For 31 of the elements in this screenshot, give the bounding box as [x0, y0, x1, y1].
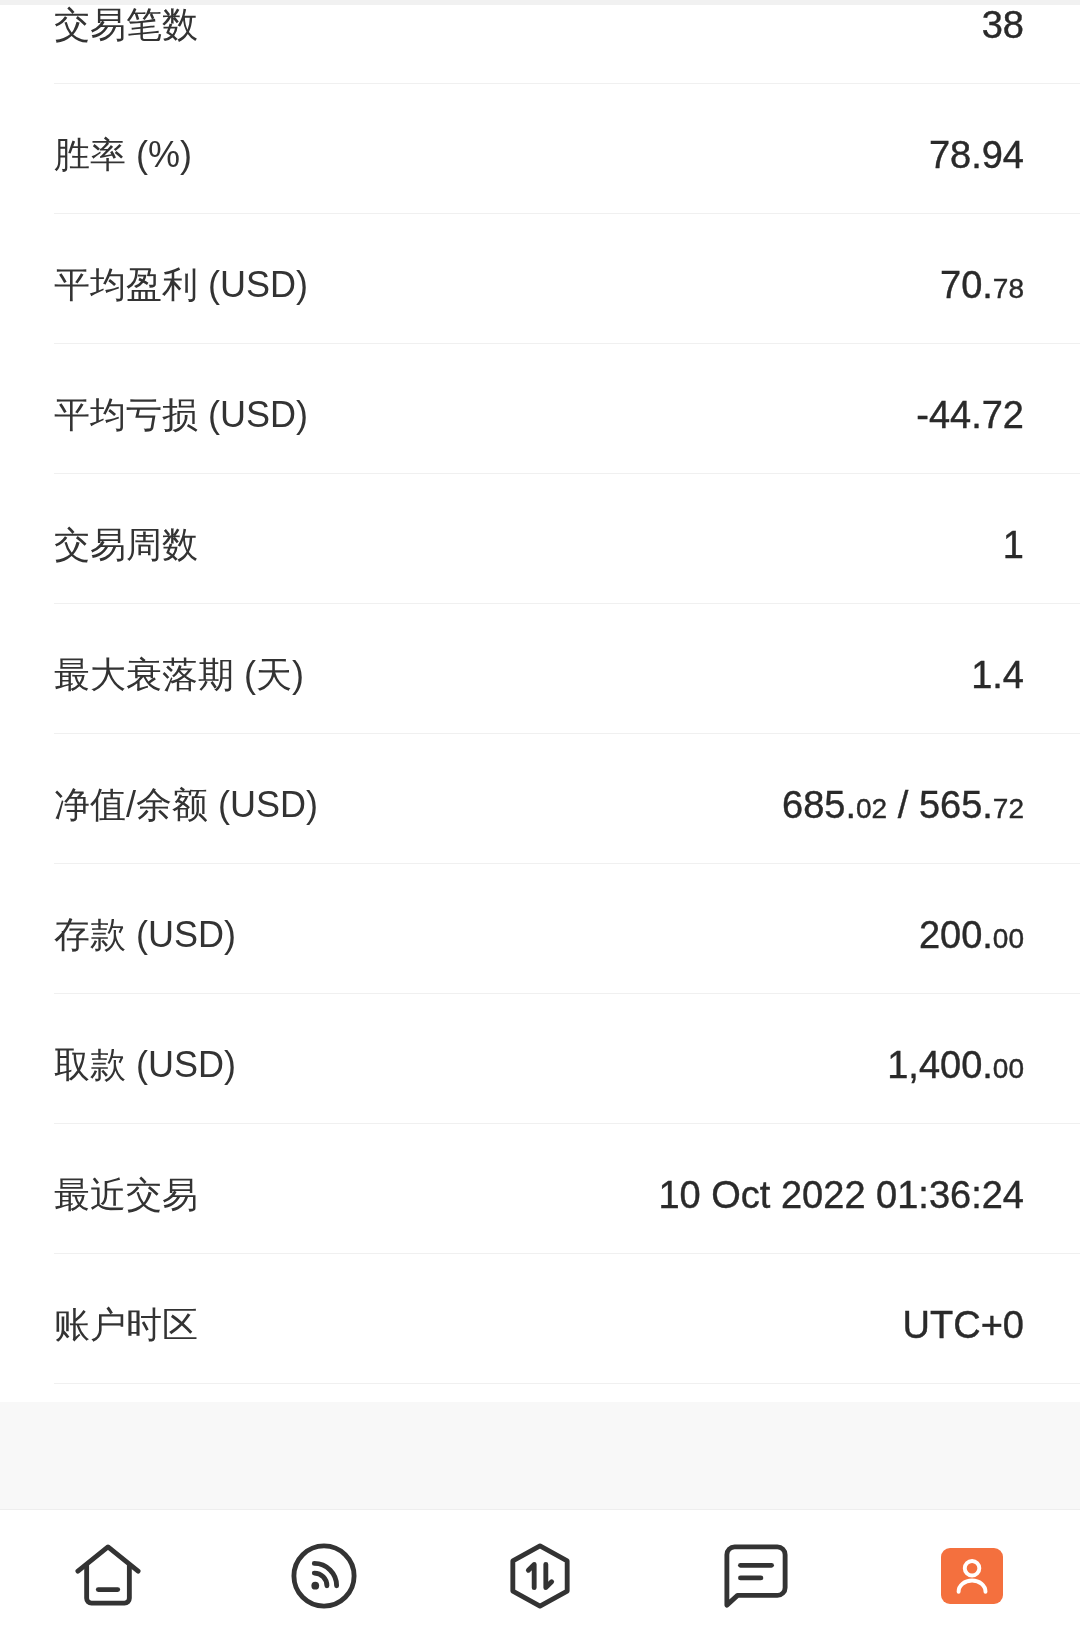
stat-value: 1,400.00 — [887, 1045, 1024, 1084]
stat-value: 78.94 — [928, 135, 1024, 174]
tab-button[interactable] — [507, 1543, 573, 1609]
stat-label: 交易笔数 — [54, 6, 198, 43]
stat-value: 10 Oct 2022 01:36:24 — [658, 1175, 1024, 1214]
stat-value: -44.72 — [916, 395, 1024, 434]
rss-icon — [291, 1543, 357, 1609]
stat-label: 平均亏损 (USD) — [54, 396, 308, 433]
stat-value: 1.4 — [971, 655, 1024, 694]
stat-value: 1 — [1002, 525, 1024, 564]
stat-value: 200.00 — [918, 915, 1024, 954]
hexagon-arrows-icon — [507, 1543, 573, 1609]
stat-label: 账户时区 — [54, 1306, 198, 1343]
stat-value: 38 — [981, 5, 1024, 44]
home-icon — [75, 1543, 141, 1609]
stat-label: 存款 (USD) — [54, 916, 236, 953]
stat-label: 最大衰落期 (天) — [54, 656, 304, 693]
tab-button[interactable] — [291, 1543, 357, 1609]
stat-value: UTC+0 — [902, 1305, 1024, 1344]
stat-label: 交易周数 — [54, 526, 198, 563]
tab-button[interactable] — [723, 1543, 789, 1609]
stat-label: 平均盈利 (USD) — [54, 266, 308, 303]
stat-value: 685.02 / 565.72 — [782, 785, 1024, 824]
stat-label: 最近交易 — [54, 1176, 198, 1213]
stat-value: 70.78 — [940, 265, 1024, 304]
chat-icon — [723, 1543, 789, 1609]
user-icon — [941, 1548, 1003, 1604]
stat-label: 胜率 (%) — [54, 136, 192, 173]
tab-button[interactable] — [75, 1543, 141, 1609]
stat-label: 净值/余额 (USD) — [54, 786, 318, 823]
stat-label: 取款 (USD) — [54, 1046, 236, 1083]
